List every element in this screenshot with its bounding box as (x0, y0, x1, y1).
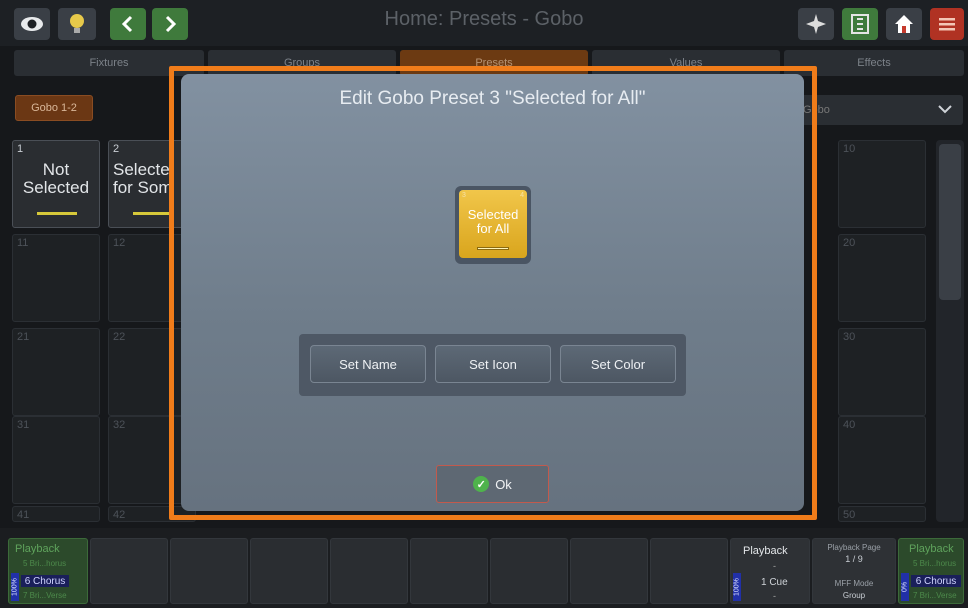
chevron-down-icon (937, 101, 953, 120)
playback-title: Playback (15, 543, 60, 555)
starburst-icon[interactable] (798, 8, 834, 40)
playback-slot[interactable] (410, 538, 488, 604)
mff-mode-title: MFF Mode (834, 579, 874, 588)
playback-page-number: 1 / 9 (845, 554, 863, 564)
menu-icon[interactable] (930, 8, 964, 40)
playback-current: 6 Chorus (21, 575, 69, 587)
playback-slot[interactable] (490, 538, 568, 604)
playback-prev: 5 Bri...horus (23, 559, 67, 568)
playback-current: 6 Chorus (911, 575, 961, 587)
set-name-button[interactable]: Set Name (310, 345, 426, 383)
playback-slot[interactable] (90, 538, 168, 604)
scrollbar-thumb[interactable] (939, 144, 961, 300)
ok-button[interactable]: ✓ Ok (436, 465, 549, 503)
playback-slot[interactable] (570, 538, 648, 604)
cell-bar (133, 212, 173, 215)
grid-icon[interactable] (842, 8, 878, 40)
preset-cell[interactable]: 40 (838, 416, 926, 504)
preset-type-dropdown[interactable]: Gobo (793, 95, 963, 125)
preset-cell[interactable]: 41 (12, 506, 100, 522)
playback-level: 100% (733, 573, 741, 601)
preview-label: Selected for All (467, 207, 519, 236)
cell-number: 41 (17, 509, 30, 521)
preset-cell[interactable]: 11 (12, 234, 100, 322)
playback-slot[interactable] (170, 538, 248, 604)
playback-page-title: Playback Page (827, 543, 881, 552)
cell-number: 10 (843, 143, 856, 155)
playback-level: 100% (11, 573, 19, 601)
mff-mode-value: Group (842, 591, 866, 600)
preset-preview-frame: 3 4 Selected for All (455, 186, 531, 264)
edit-preset-dialog: Edit Gobo Preset 3 "Selected for All" 3 … (181, 74, 804, 511)
preview-bar (477, 247, 509, 250)
cell-number: 42 (113, 509, 126, 521)
cell-number: 30 (843, 331, 856, 343)
set-color-button[interactable]: Set Color (560, 345, 676, 383)
cell-number: 21 (17, 331, 30, 343)
cue-label: 1 Cue (761, 577, 788, 588)
preset-cell[interactable]: 10 (838, 140, 926, 228)
cue-dash: - (773, 561, 776, 571)
playback-next: 7 Bri...Verse (913, 591, 957, 600)
gobo-range-button[interactable]: Gobo 1-2 (15, 95, 93, 121)
preset-cell[interactable]: 30 (838, 328, 926, 416)
cell-bar (37, 212, 77, 215)
preset-preview-tile[interactable]: 3 4 Selected for All (459, 190, 527, 258)
playback-title: Playback (743, 545, 788, 557)
cell-number: 50 (843, 509, 856, 521)
playback-slot[interactable] (650, 538, 728, 604)
playback-title: Playback (909, 543, 954, 555)
preset-cell[interactable]: 50 (838, 506, 926, 522)
playback-left[interactable]: Playback 5 Bri...horus 6 Chorus 7 Bri...… (8, 538, 88, 604)
preset-cell[interactable]: 31 (12, 416, 100, 504)
dialog-title: Edit Gobo Preset 3 "Selected for All" (339, 88, 646, 109)
top-bar: Home: Presets - Gobo (0, 0, 968, 46)
cell-number: 1 (17, 143, 24, 155)
check-icon: ✓ (473, 476, 490, 492)
preview-number: 3 (462, 192, 466, 199)
edit-actions-row: Set Name Set Icon Set Color (299, 334, 686, 396)
preset-cell[interactable]: 20 (838, 234, 926, 322)
cell-label: Not Selected (22, 161, 90, 197)
cell-number: 20 (843, 237, 856, 249)
playback-slot[interactable] (250, 538, 328, 604)
playback-next: 7 Bri...Verse (23, 591, 67, 600)
cell-number: 40 (843, 419, 856, 431)
cell-number: 2 (113, 143, 120, 155)
cell-number: 32 (113, 419, 126, 431)
cue-dash: - (773, 591, 776, 601)
playback-slot[interactable] (330, 538, 408, 604)
playback-prev: 5 Bri...horus (913, 559, 957, 568)
playback-level: 0% (901, 573, 909, 601)
cell-number: 12 (113, 237, 126, 249)
set-icon-button[interactable]: Set Icon (435, 345, 551, 383)
playback-cue[interactable]: Playback - 1 Cue - 100% (730, 538, 810, 604)
playback-bar: Playback 5 Bri...horus 6 Chorus 7 Bri...… (0, 528, 968, 608)
preview-number-secondary: 4 (520, 192, 524, 199)
grid-scrollbar[interactable] (936, 140, 964, 522)
cell-number: 22 (113, 331, 126, 343)
preset-cell[interactable]: 1 Not Selected (12, 140, 100, 228)
ok-label: Ok (495, 476, 512, 492)
playback-right[interactable]: Playback 5 Bri...horus 6 Chorus 7 Bri...… (898, 538, 964, 604)
cell-number: 11 (17, 237, 29, 249)
preset-cell[interactable]: 21 (12, 328, 100, 416)
cell-number: 31 (17, 419, 30, 431)
home-icon[interactable] (886, 8, 922, 40)
playback-page[interactable]: Playback Page 1 / 9 MFF Mode Group (812, 538, 896, 604)
